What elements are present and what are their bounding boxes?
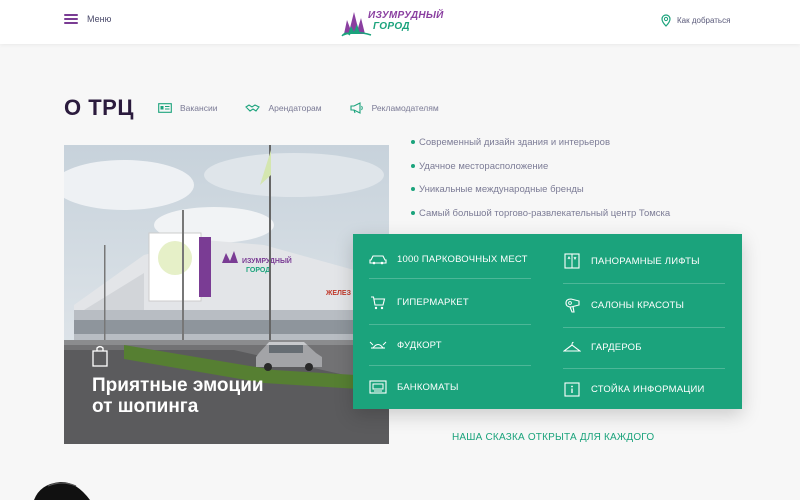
advertisers-label: Рекламодателям [371,103,439,113]
list-item: Самый большой торгово-развлекательный це… [411,208,670,232]
feature-label: БАНКОМАТЫ [397,381,459,393]
page-title: О ТРЦ [64,95,134,120]
logo-text-line1: ИЗУМРУДНЫЙ [368,10,444,21]
feature-label: ФУДКОРТ [397,339,442,351]
menu-label: Меню [87,14,112,24]
feature-label: 1000 ПАРКОВОЧНЫХ МЕСТ [397,253,528,265]
site-header: Меню ИЗУМРУДНЫЙ ГОРОД Как добраться [0,0,800,44]
feature-elevators: ПАНОРАМНЫЕ ЛИФТЫ [563,253,700,269]
divider [563,368,725,369]
site-logo[interactable]: ИЗУМРУДНЫЙ ГОРОД [341,6,444,38]
photo-caption: Приятные эмоции от шопинга [92,375,352,417]
feature-info-desk: СТОЙКА ИНФОРМАЦИИ [563,381,705,397]
tray-icon [369,341,387,349]
divider [369,324,531,325]
advantage-text: Самый большой торгово-развлекательный це… [419,207,671,219]
decorative-shape [34,481,90,500]
menu-button[interactable]: Меню [64,14,111,24]
features-panel: 1000 ПАРКОВОЧНЫХ МЕСТ ГИПЕРМАРКЕТ ФУДКОР… [353,234,742,409]
handshake-icon [245,104,261,112]
bullet-dot [411,163,415,168]
feature-cloakroom: ГАРДЕРОБ [563,339,642,355]
advantages-list: Современный дизайн здания и интерьеров У… [411,137,670,231]
divider [369,278,531,279]
bullet-dot [411,140,415,144]
car-icon [369,255,387,265]
hairdryer-icon [564,297,580,313]
feature-label: САЛОНЫ КРАСОТЫ [591,299,685,311]
map-pin-icon [661,14,671,27]
mall-photo: ИЗУМРУДНЫЙ ГОРОД ЖЕЛЕЗ Приятные эмоции о… [64,145,389,444]
shopping-bag-icon [92,345,108,367]
info-desk-icon [564,381,580,397]
tenants-link[interactable]: Арендаторам [245,102,322,114]
list-item: Удачное месторасположение [411,161,670,185]
advantage-text: Удачное месторасположение [419,160,549,172]
section-sublinks: Вакансии Арендаторам Рекламодателям [158,102,467,114]
directions-label: Как добраться [677,16,731,25]
feature-hypermarket: ГИПЕРМАРКЕТ [369,294,469,310]
vacancies-link[interactable]: Вакансии [158,102,217,114]
bullet-dot [411,210,415,215]
feature-beauty-salons: САЛОНЫ КРАСОТЫ [563,297,684,313]
hamburger-icon [64,14,78,24]
feature-label: ПАНОРАМНЫЕ ЛИФТЫ [591,255,700,267]
feature-parking: 1000 ПАРКОВОЧНЫХ МЕСТ [369,251,528,267]
advantage-text: Современный дизайн здания и интерьеров [419,137,610,148]
advertisers-link[interactable]: Рекламодателям [350,102,439,114]
id-card-icon [158,103,172,113]
tenants-label: Арендаторам [268,103,322,113]
bullet-dot [411,187,415,191]
divider [369,365,531,366]
feature-label: СТОЙКА ИНФОРМАЦИИ [591,383,705,395]
feature-label: ГАРДЕРОБ [591,341,642,353]
tagline-link[interactable]: НАША СКАЗКА ОТКРЫТА ДЛЯ КАЖДОГО [452,432,654,443]
divider [563,327,725,328]
feature-atm: БАНКОМАТЫ [369,379,459,395]
feature-label: ГИПЕРМАРКЕТ [397,296,469,308]
photo-caption-line1: Приятные эмоции [92,375,264,396]
divider [563,283,725,284]
cart-icon [371,295,386,309]
vacancies-label: Вакансии [180,103,218,113]
building-sign-line1: ИЗУМРУДНЫЙ [242,256,292,265]
advantage-text: Уникальные международные бренды [419,184,584,195]
directions-link[interactable]: Как добраться [661,14,730,27]
hanger-icon [563,341,581,352]
atm-icon [369,380,387,394]
elevator-icon [564,253,580,269]
feature-foodcourt: ФУДКОРТ [369,337,442,353]
list-item: Современный дизайн здания и интерьеров [411,137,670,161]
logo-text-line2: ГОРОД [373,21,410,32]
list-item: Уникальные международные бренды [411,184,670,208]
building-sign-line2: ГОРОД [246,267,270,274]
store-sign: ЖЕЛЕЗ [325,290,352,297]
megaphone-icon [350,102,363,114]
photo-caption-line2: от шопинга [92,396,199,417]
